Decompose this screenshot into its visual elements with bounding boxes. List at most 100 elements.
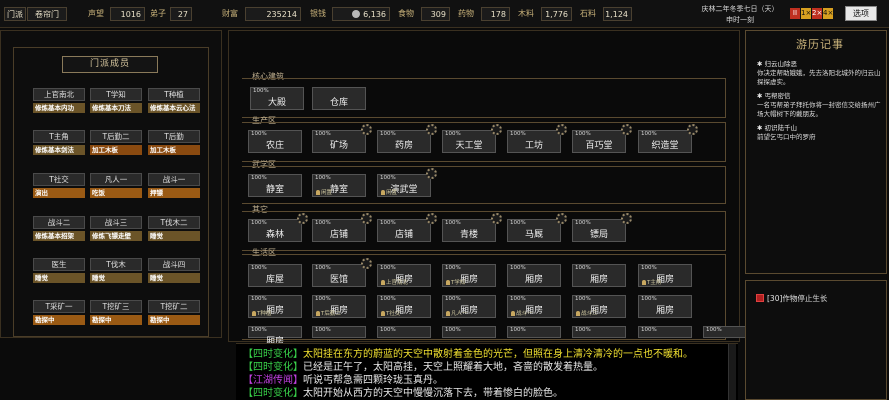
message-text: 听说丐帮急需四颗玲珑玉真丹。 — [303, 375, 443, 386]
wood-label: 木料 — [518, 9, 534, 18]
building-tile[interactable]: 100% — [442, 326, 496, 338]
disciple-card[interactable]: 战斗四 睡觉 — [148, 258, 200, 288]
disciple-name: T伐木二 — [148, 216, 200, 229]
entry-title-text: 归云山除恶 — [764, 60, 798, 68]
message-tag: 【四时变化】 — [243, 388, 303, 399]
building-tile[interactable]: 100% 厢房 — [572, 264, 626, 287]
stone-value: 1,124 — [603, 7, 632, 21]
building-tile[interactable]: 100% 大殿 — [250, 87, 304, 110]
disciple-card[interactable]: T挖矿二 勘探中 — [148, 300, 200, 330]
building-tile[interactable]: 100% 农庄 — [248, 130, 302, 153]
message-tag: 【江湖传闻】 — [243, 375, 303, 386]
disciple-name: 医生 — [33, 258, 85, 271]
building-tile[interactable]: 100% 演武堂 闲置 — [377, 174, 431, 197]
disciple-name: 战斗一 — [148, 173, 200, 186]
occupant-name: 上官南北 — [386, 280, 409, 286]
occupant-name: T种植 — [257, 311, 272, 317]
building-tile[interactable]: 100% 镖局 — [572, 219, 626, 242]
building-durability: 100% — [315, 220, 331, 226]
journal-entry-title[interactable]: ✱ 初识陆千山 — [757, 124, 883, 133]
building-name: 农庄 — [265, 141, 284, 151]
building-tile[interactable]: 100% 店铺 — [312, 219, 366, 242]
speed-2x-button[interactable]: 2× — [812, 8, 822, 19]
building-tile[interactable]: 100% — [638, 326, 692, 338]
pause-button[interactable]: II — [790, 8, 800, 19]
building-durability: 100% — [575, 220, 591, 226]
building-tile[interactable]: 100% — [377, 326, 431, 338]
building-durability: 100% — [253, 88, 269, 94]
building-tile[interactable]: 100% 厢房 战斗三 — [572, 295, 626, 318]
building-tile[interactable]: 100% 厢房 T后勤二 — [312, 295, 366, 318]
gear-icon — [491, 213, 502, 224]
building-tile[interactable]: 100% 厢房 凡人一 — [442, 295, 496, 318]
disciple-card[interactable]: T采矿一 勘探中 — [33, 300, 85, 330]
building-tile[interactable]: 100% 厢房 T学知 — [442, 264, 496, 287]
building-tile[interactable]: 100% 厢房 战斗一 — [507, 295, 561, 318]
person-icon — [252, 311, 256, 316]
building-occupant: 闲置 — [316, 188, 332, 196]
options-button[interactable]: 选项 — [845, 6, 877, 21]
building-tile[interactable]: 100% 店铺 — [377, 219, 431, 242]
building-tile[interactable]: 100% 工坊 — [507, 130, 561, 153]
disciple-card[interactable]: T后勤 加工木板 — [148, 130, 200, 160]
disciple-card[interactable]: 战斗三 修炼飞镖走壁 — [90, 216, 142, 246]
journal-entry-title[interactable]: ✱ 归云山除恶 — [757, 60, 883, 69]
disciple-card[interactable]: 上官南北 修炼基本内功 — [33, 88, 85, 118]
building-durability: 100% — [251, 327, 267, 333]
bullet-icon: ✱ — [757, 92, 765, 100]
building-durability: 100% — [315, 327, 331, 333]
building-tile[interactable]: 100% 天工堂 — [442, 130, 496, 153]
building-durability: 100% — [510, 265, 526, 271]
building-tile[interactable]: 100% 青楼 — [442, 219, 496, 242]
top-bar: 门派 卷帘门 声望 1016 弟子 27 财富 235214 银钱 6,136 … — [0, 0, 889, 28]
building-tile[interactable]: 100% 静室 闲置 — [312, 174, 366, 197]
building-tile[interactable]: 100% 厢房 T社交 — [377, 295, 431, 318]
disciple-card[interactable]: 医生 睡觉 — [33, 258, 85, 288]
building-tile[interactable]: 100% — [312, 326, 366, 338]
disciple-card[interactable]: T社交 演出 — [33, 173, 85, 203]
building-tile[interactable]: 100% 厢房 — [507, 264, 561, 287]
building-tile[interactable]: 100% 织造堂 — [638, 130, 692, 153]
building-name: 织造堂 — [651, 141, 679, 151]
alert-text[interactable]: [30]作物停止生长 — [767, 293, 827, 304]
building-tile[interactable]: 100% 库屋 — [248, 264, 302, 287]
journal-entry-title[interactable]: ✱ 丐帮密信 — [757, 92, 883, 101]
building-tile[interactable]: 100% 马厩 — [507, 219, 561, 242]
message-scrollbar[interactable] — [728, 344, 736, 400]
building-durability: 100% — [251, 296, 267, 302]
disciple-card[interactable]: T伐木二 睡觉 — [148, 216, 200, 246]
disciple-task: 修炼基本云心法 — [148, 103, 200, 113]
speed-4x-button[interactable]: 4× — [823, 8, 833, 19]
building-tile[interactable]: 100% 静室 — [248, 174, 302, 197]
message-line: 【四时变化】太阳开始从西方的天空中慢慢沉落下去，带着惨白的脸色。 — [243, 387, 563, 400]
building-tile[interactable]: 仓库 — [312, 87, 366, 110]
disciple-card[interactable]: 凡人一 吃饭 — [90, 173, 142, 203]
building-durability: 100% — [251, 175, 267, 181]
disciple-card[interactable]: T伐木 睡觉 — [90, 258, 142, 288]
building-tile[interactable]: 100% 药房 — [377, 130, 431, 153]
building-tile[interactable]: 100% 厢房 T种植 — [248, 295, 302, 318]
disciple-card[interactable]: T种植 修炼基本云心法 — [148, 88, 200, 118]
building-tile[interactable]: 100% 厢房 — [248, 326, 302, 347]
gear-icon — [556, 124, 567, 135]
gear-icon — [361, 213, 372, 224]
disciple-card[interactable]: T主角 修炼基本剑法 — [33, 130, 85, 160]
message-text: 太阳开始从西方的天空中慢慢沉落下去，带着惨白的脸色。 — [303, 388, 563, 399]
disciple-card[interactable]: T后勤二 加工木板 — [90, 130, 142, 160]
building-tile[interactable]: 100% 矿场 — [312, 130, 366, 153]
speed-1x-button[interactable]: 1× — [801, 8, 811, 19]
occupant-name: T主角 — [647, 280, 662, 286]
building-tile[interactable]: 100% 百巧堂 — [572, 130, 626, 153]
building-tile[interactable]: 100% 厢房 T主角 — [638, 264, 692, 287]
disciple-card[interactable]: T学知 修炼基本刀法 — [90, 88, 142, 118]
building-tile[interactable]: 100% — [572, 326, 626, 338]
disciple-card[interactable]: T挖矿三 勘探中 — [90, 300, 142, 330]
building-tile[interactable]: 100% 厢房 上官南北 — [377, 264, 431, 287]
disciple-card[interactable]: 战斗二 修炼基本招架 — [33, 216, 85, 246]
building-tile[interactable]: 100% — [507, 326, 561, 338]
building-tile[interactable]: 100% 森林 — [248, 219, 302, 242]
building-tile[interactable]: 100% 厢房 — [638, 295, 692, 318]
disciple-card[interactable]: 战斗一 押镖 — [148, 173, 200, 203]
building-name: 镖局 — [589, 230, 608, 240]
building-tile[interactable]: 100% 医馆 — [312, 264, 366, 287]
